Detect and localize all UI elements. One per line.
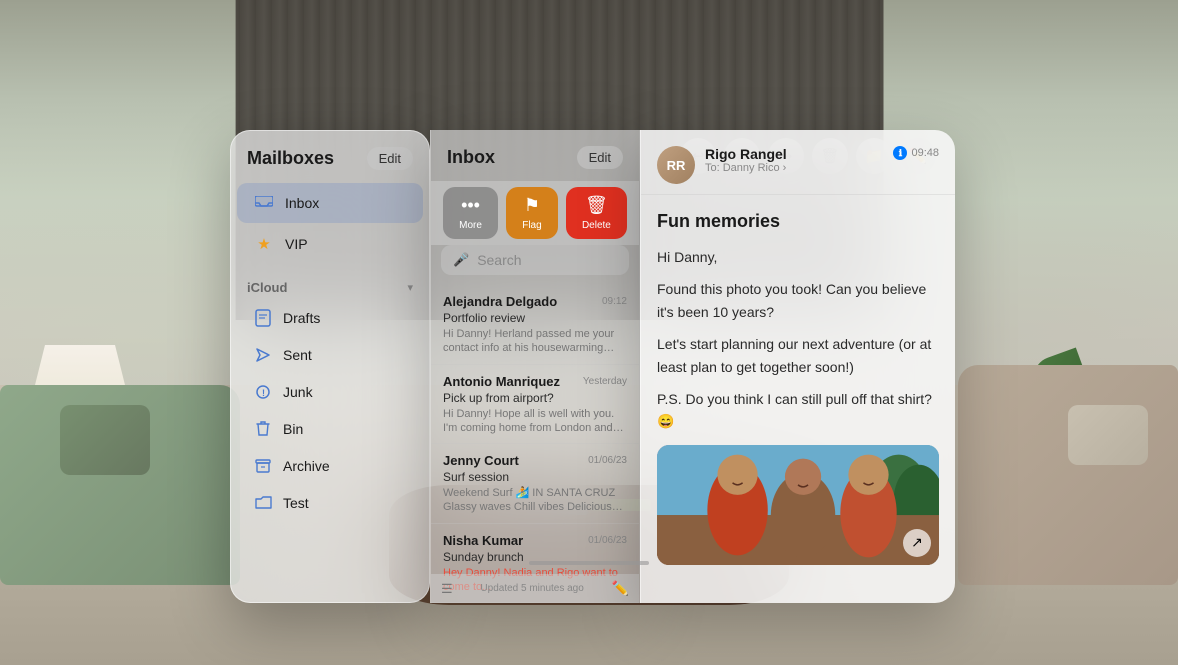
flag-icon: ⚑ — [524, 195, 540, 216]
mailbox-item-drafts[interactable]: Drafts — [237, 300, 423, 336]
email-photo: ↗ — [657, 445, 939, 565]
drafts-icon — [253, 308, 273, 328]
mailbox-item-test[interactable]: Test — [237, 485, 423, 521]
email-item-jenny[interactable]: Jenny Court 01/06/23 Surf session Weeken… — [431, 444, 639, 524]
email-item-header: Jenny Court 01/06/23 — [443, 453, 627, 468]
svg-text:!: ! — [262, 388, 265, 398]
email-sender: Alejandra Delgado — [443, 294, 557, 309]
sender-info: Rigo Rangel To: Danny Rico › — [705, 146, 883, 174]
test-folder-icon — [253, 493, 273, 513]
flag-action-button[interactable]: ⚑ Flag — [506, 187, 557, 239]
email-timestamp: ℹ 09:48 — [893, 146, 939, 160]
inbox-footer: ☰ Updated 5 minutes ago ✏️ — [431, 574, 639, 603]
more-action-button[interactable]: ••• More — [443, 187, 498, 239]
inbox-header: Inbox Edit — [431, 130, 639, 181]
recipient-name: Danny Rico — [723, 162, 780, 174]
footer-update-text: Updated 5 minutes ago — [480, 583, 583, 594]
compose-footer-button[interactable]: ✏️ — [612, 580, 629, 597]
sender-avatar: RR — [657, 146, 695, 184]
junk-icon: ! — [253, 382, 273, 402]
email-item-header: Alejandra Delgado 09:12 — [443, 294, 627, 309]
bin-icon — [253, 419, 273, 439]
inbox-panel: Inbox Edit ••• More ⚑ Flag 🗑 Delete 🎤 Se… — [430, 130, 640, 603]
icloud-label: iCloud — [247, 280, 287, 295]
sent-label: Sent — [283, 347, 312, 363]
mailboxes-title: Mailboxes — [247, 148, 334, 169]
drafts-label: Drafts — [283, 310, 320, 326]
email-paragraph-1: Found this photo you took! Can you belie… — [657, 278, 939, 323]
flag-label: Flag — [522, 220, 541, 231]
email-preview: Hi Danny! Hope all is well with you. I'm… — [443, 407, 627, 436]
chair — [958, 365, 1178, 585]
email-subject: Surf session — [443, 470, 627, 484]
mailbox-item-vip[interactable]: ★ VIP — [237, 224, 423, 264]
mailboxes-header: Mailboxes Edit — [231, 131, 429, 182]
email-time: 01/06/23 — [588, 455, 627, 466]
email-paragraph-2: Let's start planning our next adventure … — [657, 333, 939, 378]
email-sender: Jenny Court — [443, 453, 519, 468]
junk-label: Junk — [283, 384, 313, 400]
inbox-edit-button[interactable]: Edit — [577, 146, 623, 169]
email-item-header: Nisha Kumar 01/06/23 — [443, 533, 627, 548]
search-mic-icon: 🎤 — [453, 252, 469, 268]
sender-to: To: Danny Rico › — [705, 162, 883, 174]
delete-icon: 🗑 — [585, 195, 608, 216]
vip-star-icon: ★ — [253, 233, 275, 255]
email-subject-heading: Fun memories — [657, 211, 939, 232]
email-sender: Antonio Manriquez — [443, 374, 560, 389]
email-detail-header: RR Rigo Rangel To: Danny Rico › ℹ 09:48 — [641, 130, 955, 195]
mailbox-item-inbox[interactable]: Inbox — [237, 183, 423, 223]
mailbox-item-sent[interactable]: Sent — [237, 337, 423, 373]
inbox-icon — [253, 192, 275, 214]
mailbox-item-archive[interactable]: Archive — [237, 448, 423, 484]
email-detail-panel: RR Rigo Rangel To: Danny Rico › ℹ 09:48 … — [640, 130, 955, 603]
inbox-label: Inbox — [285, 195, 319, 211]
test-label: Test — [283, 495, 309, 511]
mail-app: Mailboxes Edit Inbox ★ VIP iCloud ▾ — [230, 130, 955, 603]
email-preview: Hi Danny! Herland passed me your contact… — [443, 327, 627, 356]
photo-people — [657, 445, 939, 565]
email-item-header: Antonio Manriquez Yesterday — [443, 374, 627, 389]
archive-icon — [253, 456, 273, 476]
email-greeting: Hi Danny, — [657, 246, 939, 268]
delete-action-button[interactable]: 🗑 Delete — [566, 187, 627, 239]
email-time: 01/06/23 — [588, 535, 627, 546]
vip-label: VIP — [285, 236, 308, 252]
sofa-cushion — [60, 405, 150, 475]
email-time: 09:12 — [602, 296, 627, 307]
icloud-section: iCloud ▾ Drafts — [231, 272, 429, 521]
search-placeholder: Search — [477, 252, 521, 268]
mailbox-item-bin[interactable]: Bin — [237, 411, 423, 447]
info-icon: ℹ — [893, 146, 907, 160]
mailboxes-panel: Mailboxes Edit Inbox ★ VIP iCloud ▾ — [230, 130, 430, 603]
delete-label: Delete — [582, 220, 611, 231]
sent-icon — [253, 345, 273, 365]
inbox-title: Inbox — [447, 147, 495, 168]
email-sender: Nisha Kumar — [443, 533, 523, 548]
email-item-antonio[interactable]: Antonio Manriquez Yesterday Pick up from… — [431, 365, 639, 445]
more-icon: ••• — [461, 195, 480, 216]
archive-label: Archive — [283, 458, 330, 474]
mailbox-item-junk[interactable]: ! Junk — [237, 374, 423, 410]
icloud-header: iCloud ▾ — [231, 272, 429, 299]
more-label: More — [459, 220, 482, 231]
email-postscript: P.S. Do you think I can still pull off t… — [657, 388, 939, 433]
email-item-alejandra[interactable]: Alejandra Delgado 09:12 Portfolio review… — [431, 285, 639, 365]
email-preview: Weekend Surf 🏄 IN SANTA CRUZ Glassy wave… — [443, 486, 627, 515]
email-subject: Portfolio review — [443, 311, 627, 325]
filter-icon[interactable]: ☰ — [441, 581, 453, 597]
sender-name: Rigo Rangel — [705, 146, 883, 162]
mailboxes-edit-button[interactable]: Edit — [367, 147, 413, 170]
photo-share-icon[interactable]: ↗ — [903, 529, 931, 557]
bin-label: Bin — [283, 421, 303, 437]
swipe-actions: ••• More ⚑ Flag 🗑 Delete — [431, 181, 639, 245]
email-body: Fun memories Hi Danny, Found this photo … — [641, 195, 955, 581]
chair-cushion — [1068, 405, 1148, 465]
scroll-indicator — [529, 561, 649, 565]
icloud-chevron-icon: ▾ — [407, 281, 413, 294]
search-bar[interactable]: 🎤 Search — [441, 245, 629, 275]
email-subject: Pick up from airport? — [443, 391, 627, 405]
email-time-value: 09:48 — [911, 147, 939, 159]
email-time: Yesterday — [583, 376, 627, 387]
